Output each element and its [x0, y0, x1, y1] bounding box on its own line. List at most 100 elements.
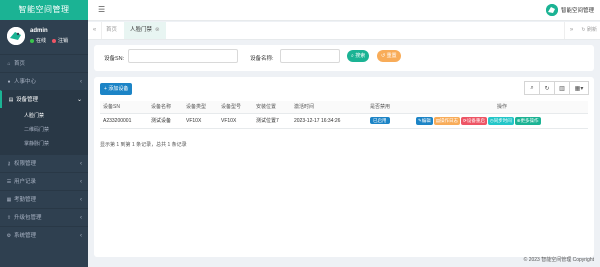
col-header[interactable]: 设备SN [100, 101, 148, 114]
cell-location: 测试位置7 [253, 113, 291, 129]
cell-model: VF10X [218, 113, 253, 129]
col-header[interactable]: 设备类型 [183, 101, 218, 114]
search-button[interactable]: ⌕ 搜索 [347, 50, 370, 62]
sidebar-item-permissions[interactable]: ⚷ 权限管理 ‹ [0, 154, 88, 172]
table-row: A233200001 测试设备 VF10X VF10X 测试位置7 2023-1… [100, 113, 588, 129]
sidebar-item-label: 首页 [14, 61, 26, 67]
chevron-left-icon: ‹ [80, 79, 82, 85]
tabs-bar: « 首页 人脸门禁 ⊗ » ↻ 刷新 [88, 22, 600, 40]
home-icon: ⌂ [7, 61, 11, 67]
online-label: 在线 [36, 38, 47, 44]
online-dot-icon [30, 38, 34, 43]
toggle-view-icon[interactable]: ▥ [554, 81, 570, 95]
profile-name: admin [30, 28, 48, 34]
close-icon[interactable]: ⊗ [155, 27, 160, 33]
col-header[interactable]: 设备名称 [148, 101, 183, 114]
sidebar-submenu-devices: 人脸门禁 二维码门禁 掌静脉门禁 [0, 108, 88, 154]
chevron-left-icon: ‹ [80, 179, 82, 185]
profile-panel: admin 在线 注销 [0, 20, 88, 54]
cell-status: 已启用 [367, 113, 413, 129]
logout-dot-icon [52, 38, 57, 43]
col-header[interactable]: 安装位置 [253, 101, 291, 114]
name-input[interactable] [280, 49, 340, 63]
sync-time-button[interactable]: ◷同步时间 [487, 116, 514, 125]
chevron-left-icon: ‹ [80, 233, 82, 239]
restart-device-button[interactable]: ⟳设备重启 [461, 116, 487, 125]
cell-actions: ✎编辑 ▤操作日志 ⟳设备重启 ◷同步时间 ⊕更多操作 [413, 113, 588, 129]
sidebar-subitem-palm-access[interactable]: 掌静脉门禁 [0, 137, 88, 151]
tab-face-access[interactable]: 人脸门禁 ⊗ [124, 22, 166, 39]
reset-button[interactable]: ↺ 重置 [377, 50, 401, 62]
operation-log-label: 操作日志 [440, 117, 459, 123]
refresh-button[interactable]: ↻ 刷新 [581, 22, 597, 39]
status-badge[interactable]: 已启用 [370, 116, 390, 124]
col-header[interactable]: 激活时间 [291, 101, 367, 114]
columns-dropdown-icon[interactable]: ▦▾ [569, 81, 589, 95]
sidebar: 智能空间管理 admin 在线 注销 ⌂ 首页 ● 人事中心 ‹ ▤ 设备管理 ⌄ 人… [0, 0, 88, 267]
col-header[interactable]: 设备型号 [218, 101, 253, 114]
sidebar-item-attendance[interactable]: ▦ 考勤管理 ‹ [0, 190, 88, 208]
reset-button-label: 重置 [386, 53, 397, 59]
sidebar-item-label: 人事中心 [14, 79, 37, 85]
sidebar-item-label: 系统管理 [14, 233, 37, 239]
more-actions-button[interactable]: ⊕更多操作 [514, 116, 541, 125]
chevron-down-icon: ⌄ [76, 97, 82, 103]
sidebar-item-user-records[interactable]: ☰ 用户记录 ‹ [0, 172, 88, 190]
key-icon: ⚷ [7, 161, 11, 167]
search-button-label: 搜索 [355, 53, 366, 59]
sidebar-subitem-face-access[interactable]: 人脸门禁 [0, 109, 88, 123]
refresh-label: 刷新 [586, 27, 597, 33]
device-icon: ▤ [8, 97, 14, 103]
sidebar-item-home[interactable]: ⌂ 首页 [0, 54, 88, 72]
cell-name: 测试设备 [148, 113, 183, 129]
sn-input[interactable] [128, 49, 238, 63]
search-panel: 设备SN: 设备名称: ⌕ 搜索 ↺ 重置 [94, 45, 594, 71]
user-menu[interactable]: 智能空间管理 [545, 4, 594, 16]
logout-link[interactable]: 注销 [58, 37, 68, 44]
device-list-panel: + 添加设备 ⌕ ↻ ▥ ▦▾ 设备SN 设备名称 设备类型 设备型号 安装位置… [94, 77, 594, 257]
user-name: 智能空间管理 [560, 8, 594, 14]
sidebar-subitem-qr-access[interactable]: 二维码门禁 [0, 123, 88, 137]
col-header[interactable]: 操作 [413, 101, 588, 114]
sidebar-item-label: 权限管理 [14, 161, 37, 167]
tabs-scroll-left-icon[interactable]: « [88, 22, 102, 39]
add-device-button[interactable]: + 添加设备 [100, 83, 133, 95]
sync-time-label: 同步时间 [493, 117, 512, 123]
tab-label: 人脸门禁 [130, 27, 153, 33]
sidebar-item-upgrade[interactable]: ⇪ 升级包管理 ‹ [0, 208, 88, 226]
list-icon: ☰ [6, 179, 12, 185]
sidebar-item-label: 用户记录 [14, 179, 37, 185]
sn-label: 设备SN: [104, 56, 125, 62]
col-header[interactable]: 是否禁用 [367, 101, 413, 114]
operation-log-button[interactable]: ▤操作日志 [433, 116, 461, 125]
sidebar-item-hr[interactable]: ● 人事中心 ‹ [0, 72, 88, 90]
menu-toggle-icon[interactable]: ☰ [98, 5, 105, 14]
sidebar-item-label: 设备管理 [16, 97, 39, 103]
user-avatar [545, 4, 558, 16]
profile-status: 在线 注销 [30, 37, 68, 44]
pagination-info: 显示第 1 到第 1 条记录，总共 1 条记录 [100, 142, 187, 148]
tabs-scroll-right-icon[interactable]: » [564, 22, 578, 39]
table-header-row: 设备SN 设备名称 设备类型 设备型号 安装位置 激活时间 是否禁用 操作 [100, 101, 588, 114]
chevron-left-icon: ‹ [80, 161, 82, 167]
cell-type: VF10X [183, 113, 218, 129]
avatar[interactable] [7, 27, 25, 45]
sidebar-item-label: 升级包管理 [14, 215, 42, 221]
user-icon: ● [7, 79, 11, 85]
sidebar-item-system[interactable]: ⚙ 系统管理 ‹ [0, 226, 88, 244]
calendar-icon: ▦ [6, 197, 12, 203]
refresh-icon[interactable]: ↻ [539, 81, 555, 95]
brand-title: 智能空间管理 [0, 0, 88, 20]
gear-icon: ⚙ [6, 233, 12, 239]
top-bar: ☰ 智能空间管理 [88, 0, 600, 21]
search-icon[interactable]: ⌕ [524, 81, 540, 95]
chevron-left-icon: ‹ [80, 197, 82, 203]
chevron-left-icon: ‹ [80, 215, 82, 221]
sidebar-item-devices[interactable]: ▤ 设备管理 ⌄ [0, 90, 88, 108]
upload-icon: ⇪ [6, 215, 12, 221]
name-label: 设备名称: [250, 56, 274, 62]
tab-home[interactable]: 首页 [106, 22, 117, 39]
table-tools: ⌕ ↻ ▥ ▦▾ [524, 81, 589, 95]
refresh-icon: ↻ [581, 27, 586, 33]
edit-button[interactable]: ✎编辑 [416, 116, 433, 125]
